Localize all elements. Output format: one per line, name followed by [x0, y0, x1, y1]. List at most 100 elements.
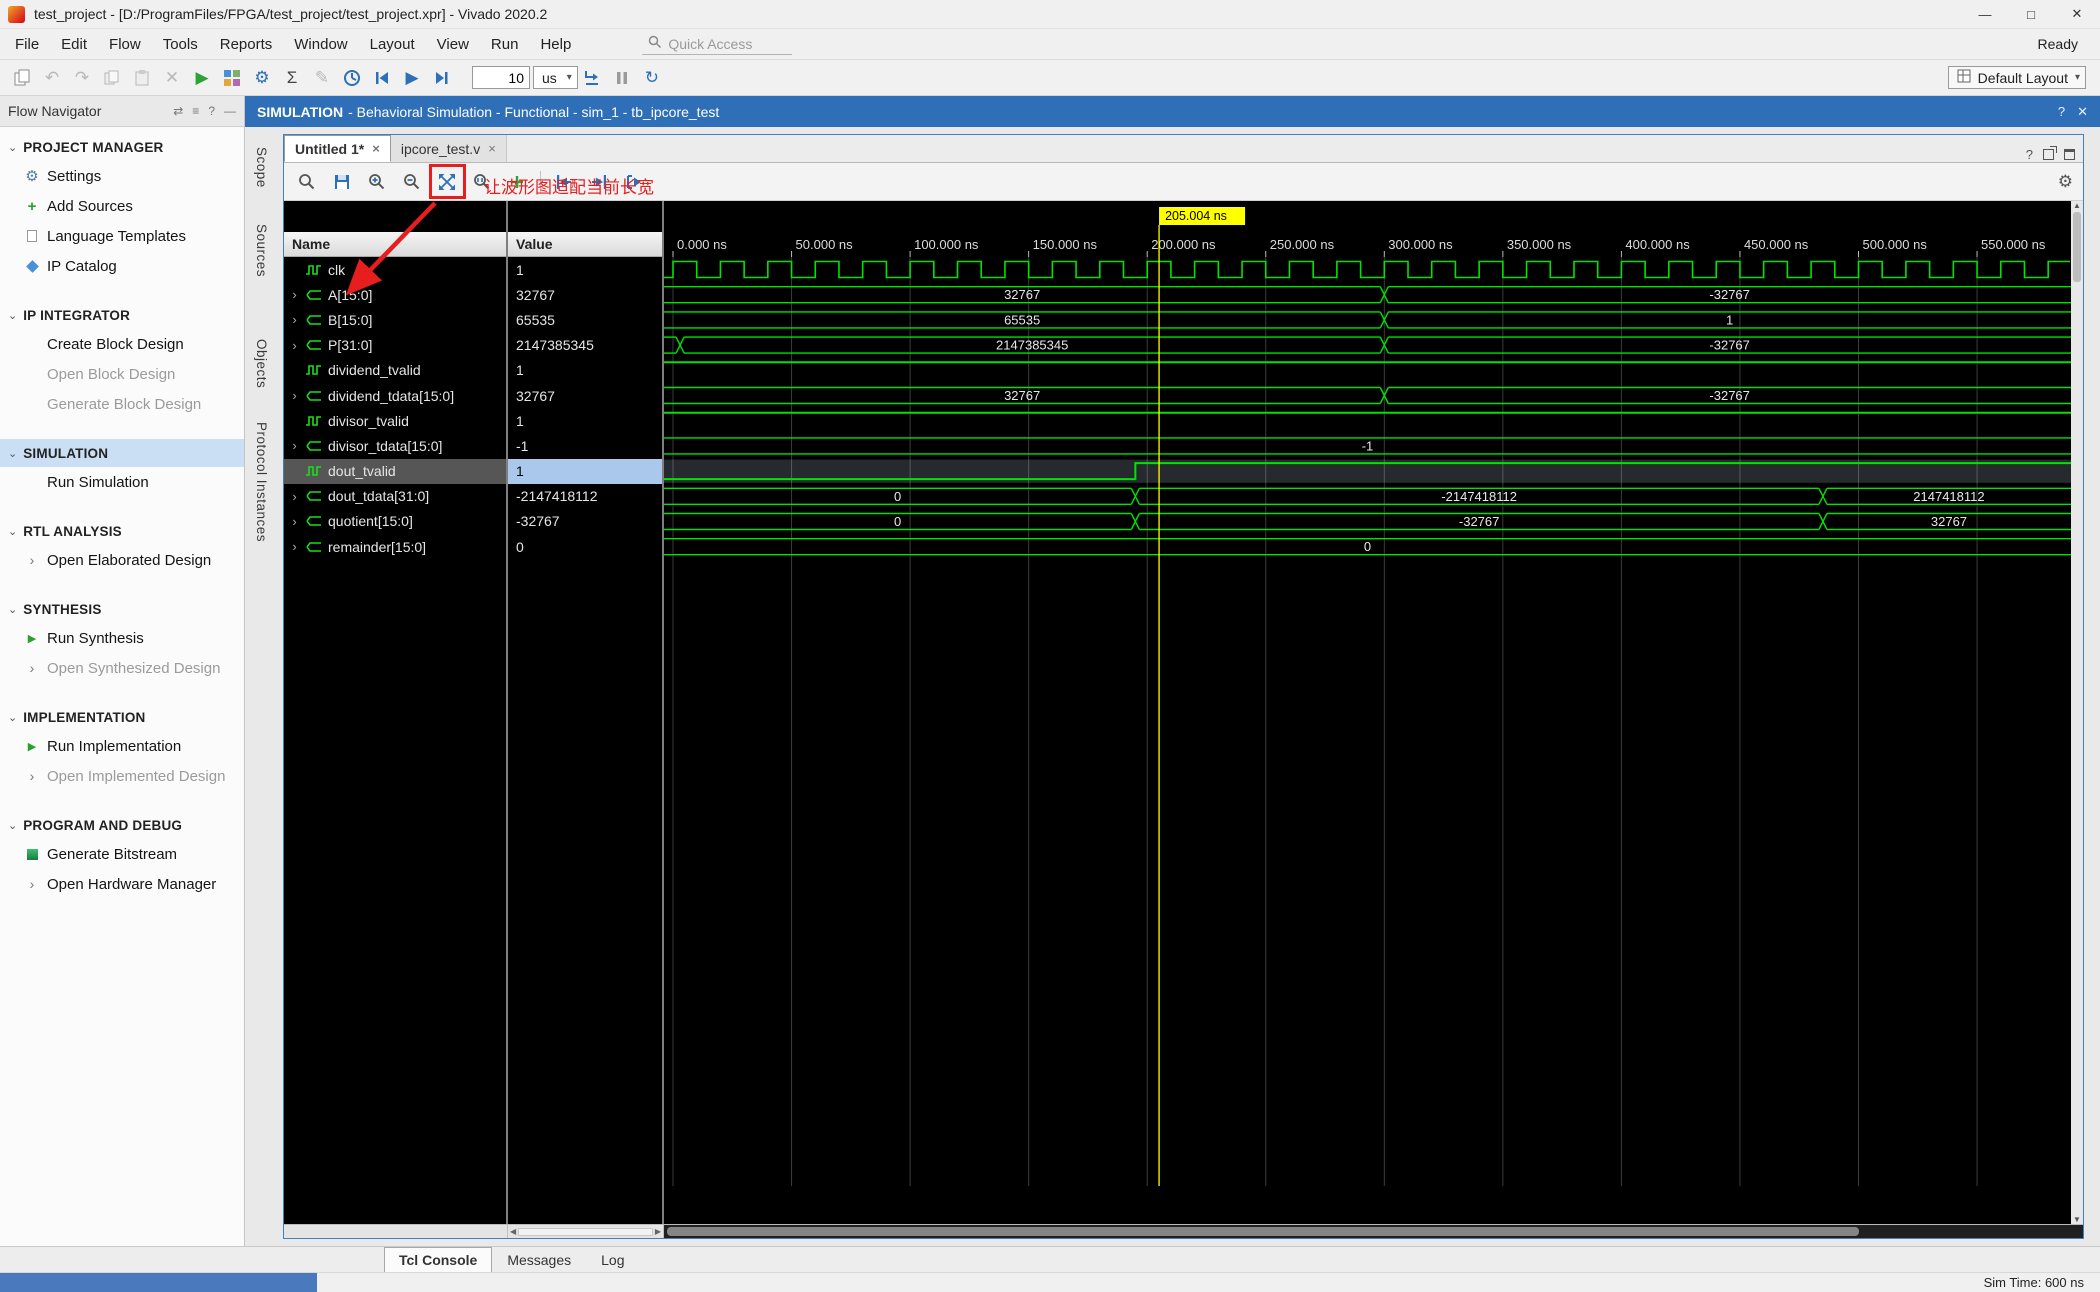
names-scrollbar[interactable]: ◀ ▶ — [508, 1225, 664, 1238]
wave-scrollbar[interactable] — [664, 1225, 2083, 1238]
add-marker-icon[interactable] — [503, 168, 531, 196]
goto-time-icon[interactable] — [620, 168, 648, 196]
minimize-button[interactable]: — — [1962, 0, 2008, 29]
fn-section-implementation[interactable]: ⌄ IMPLEMENTATION — [0, 703, 244, 731]
wave-scrollbar-thumb[interactable] — [667, 1227, 1859, 1236]
fn-item-generate-bitstream[interactable]: Generate Bitstream — [0, 839, 244, 869]
value-column-header[interactable]: Value — [508, 232, 662, 257]
fn-item-open-elaborated-design[interactable]: › Open Elaborated Design — [0, 545, 244, 575]
menu-help[interactable]: Help — [529, 29, 582, 59]
fn-item-language-templates[interactable]: Language Templates — [0, 221, 244, 251]
probe-icon[interactable] — [338, 64, 366, 92]
fn-switch-icon[interactable]: ⇄ — [173, 104, 183, 118]
fn-section-synthesis[interactable]: ⌄ SYNTHESIS — [0, 595, 244, 623]
fn-section-program-and-debug[interactable]: ⌄ PROGRAM AND DEBUG — [0, 811, 244, 839]
signal-name-quotient[interactable]: › quotient[15:0] — [284, 509, 506, 534]
zoom-out-icon[interactable] — [398, 168, 426, 196]
fn-collapse-icon[interactable]: — — [224, 104, 236, 118]
step-icon[interactable] — [578, 64, 606, 92]
zoom-fit-icon[interactable] — [433, 168, 461, 196]
edit-icon[interactable]: ✎ — [308, 64, 336, 92]
settings-icon[interactable]: ⚙ — [248, 64, 276, 92]
expand-icon[interactable]: › — [288, 338, 301, 353]
fn-section-ip-integrator[interactable]: ⌄ IP INTEGRATOR — [0, 301, 244, 329]
paste-icon[interactable] — [128, 64, 156, 92]
side-tab-protocol-instances[interactable]: Protocol Instances — [254, 422, 269, 542]
expand-icon[interactable]: › — [288, 489, 301, 504]
menu-view[interactable]: View — [426, 29, 480, 59]
signal-name-dividend_tdata[interactable]: › dividend_tdata[15:0] — [284, 383, 506, 408]
relaunch-icon[interactable]: ↻ — [638, 64, 666, 92]
signal-value-dividend_tvalid[interactable]: 1 — [508, 358, 662, 383]
sum-icon[interactable]: Σ — [278, 64, 306, 92]
side-tab-scope[interactable]: Scope — [254, 147, 269, 188]
signal-value-B[interactable]: 65535 — [508, 307, 662, 332]
fn-item-run-implementation[interactable]: ▶ Run Implementation — [0, 731, 244, 761]
maximize-window-icon[interactable] — [2064, 149, 2075, 160]
prev-transition-icon[interactable] — [550, 168, 578, 196]
undo-icon[interactable]: ↶ — [38, 64, 66, 92]
signal-value-quotient[interactable]: -32767 — [508, 509, 662, 534]
time-unit-select[interactable]: us ▾ — [533, 66, 578, 89]
signal-name-dout_tdata[interactable]: › dout_tdata[31:0] — [284, 484, 506, 509]
signal-name-B[interactable]: › B[15:0] — [284, 307, 506, 332]
maximize-button[interactable]: □ — [2008, 0, 2054, 29]
menu-run[interactable]: Run — [480, 29, 530, 59]
expand-icon[interactable]: › — [288, 287, 301, 302]
menu-file[interactable]: File — [4, 29, 50, 59]
signal-name-dividend_tvalid[interactable]: dividend_tvalid — [284, 358, 506, 383]
signal-value-divisor_tvalid[interactable]: 1 — [508, 408, 662, 433]
fn-item-add-sources[interactable]: + Add Sources — [0, 191, 244, 221]
signal-value-dout_tvalid[interactable]: 1 — [508, 458, 662, 484]
zoom-range-icon[interactable] — [468, 168, 496, 196]
close-button[interactable]: ✕ — [2054, 0, 2100, 29]
banner-close-icon[interactable]: ✕ — [2077, 104, 2088, 120]
reports-icon[interactable] — [218, 64, 246, 92]
console-tab-tcl-console[interactable]: Tcl Console — [384, 1247, 493, 1272]
zoom-in-icon[interactable] — [363, 168, 391, 196]
fn-menu-icon[interactable]: ≡ — [192, 104, 199, 118]
signal-name-clk[interactable]: clk — [284, 257, 506, 282]
scroll-up-icon[interactable]: ▲ — [2073, 201, 2081, 210]
signal-name-divisor_tdata[interactable]: › divisor_tdata[15:0] — [284, 433, 506, 458]
tab-close-icon[interactable]: × — [488, 141, 496, 156]
fn-section-project-manager[interactable]: ⌄ PROJECT MANAGER — [0, 133, 244, 161]
fn-item-run-simulation[interactable]: Run Simulation — [0, 467, 244, 497]
fn-item-create-block-design[interactable]: Create Block Design — [0, 329, 244, 359]
window-help-icon[interactable]: ? — [2026, 147, 2033, 162]
save-icon[interactable] — [328, 168, 356, 196]
restart-icon[interactable] — [368, 64, 396, 92]
side-tab-sources[interactable]: Sources — [254, 224, 269, 277]
side-tab-objects[interactable]: Objects — [254, 339, 269, 388]
fn-item-ip-catalog[interactable]: IP Catalog — [0, 251, 244, 281]
run-icon[interactable]: ▶ — [188, 64, 216, 92]
name-column-header[interactable]: Name — [284, 232, 506, 257]
waveform-area[interactable]: 0.000 ns 50.000 ns 100.000 ns 150.000 ns 200… — [664, 201, 2071, 1224]
signal-name-remainder[interactable]: › remainder[15:0] — [284, 534, 506, 559]
find-icon[interactable] — [293, 168, 321, 196]
expand-icon[interactable]: › — [288, 312, 301, 327]
signal-value-clk[interactable]: 1 — [508, 257, 662, 282]
fn-item-run-synthesis[interactable]: ▶ Run Synthesis — [0, 623, 244, 653]
menu-reports[interactable]: Reports — [209, 29, 284, 59]
fn-item-open-hardware-manager[interactable]: › Open Hardware Manager — [0, 869, 244, 899]
signal-value-P[interactable]: 2147385345 — [508, 333, 662, 358]
console-tab-log[interactable]: Log — [586, 1247, 639, 1272]
signal-value-dividend_tdata[interactable]: 32767 — [508, 383, 662, 408]
menu-tools[interactable]: Tools — [152, 29, 209, 59]
run-all-icon[interactable]: ▶ — [398, 64, 426, 92]
wave-settings-icon[interactable]: ⚙ — [2058, 172, 2073, 192]
signal-name-A[interactable]: › A[15:0] — [284, 282, 506, 307]
waveform-canvas[interactable]: 0.000 ns 50.000 ns 100.000 ns 150.000 ns 200… — [664, 201, 2071, 1224]
expand-icon[interactable]: › — [288, 438, 301, 453]
signal-name-P[interactable]: › P[31:0] — [284, 333, 506, 358]
doc-tab-ipcore-test-v[interactable]: ipcore_test.v × — [390, 135, 507, 162]
fn-section-simulation[interactable]: ⌄ SIMULATION — [0, 439, 244, 467]
signal-name-dout_tvalid[interactable]: dout_tvalid — [284, 458, 506, 484]
expand-icon[interactable]: › — [288, 539, 301, 554]
menu-edit[interactable]: Edit — [50, 29, 98, 59]
layout-select[interactable]: Default Layout ▾ — [1947, 66, 2086, 89]
next-transition-icon[interactable] — [585, 168, 613, 196]
signal-value-remainder[interactable]: 0 — [508, 534, 662, 559]
menu-window[interactable]: Window — [283, 29, 358, 59]
